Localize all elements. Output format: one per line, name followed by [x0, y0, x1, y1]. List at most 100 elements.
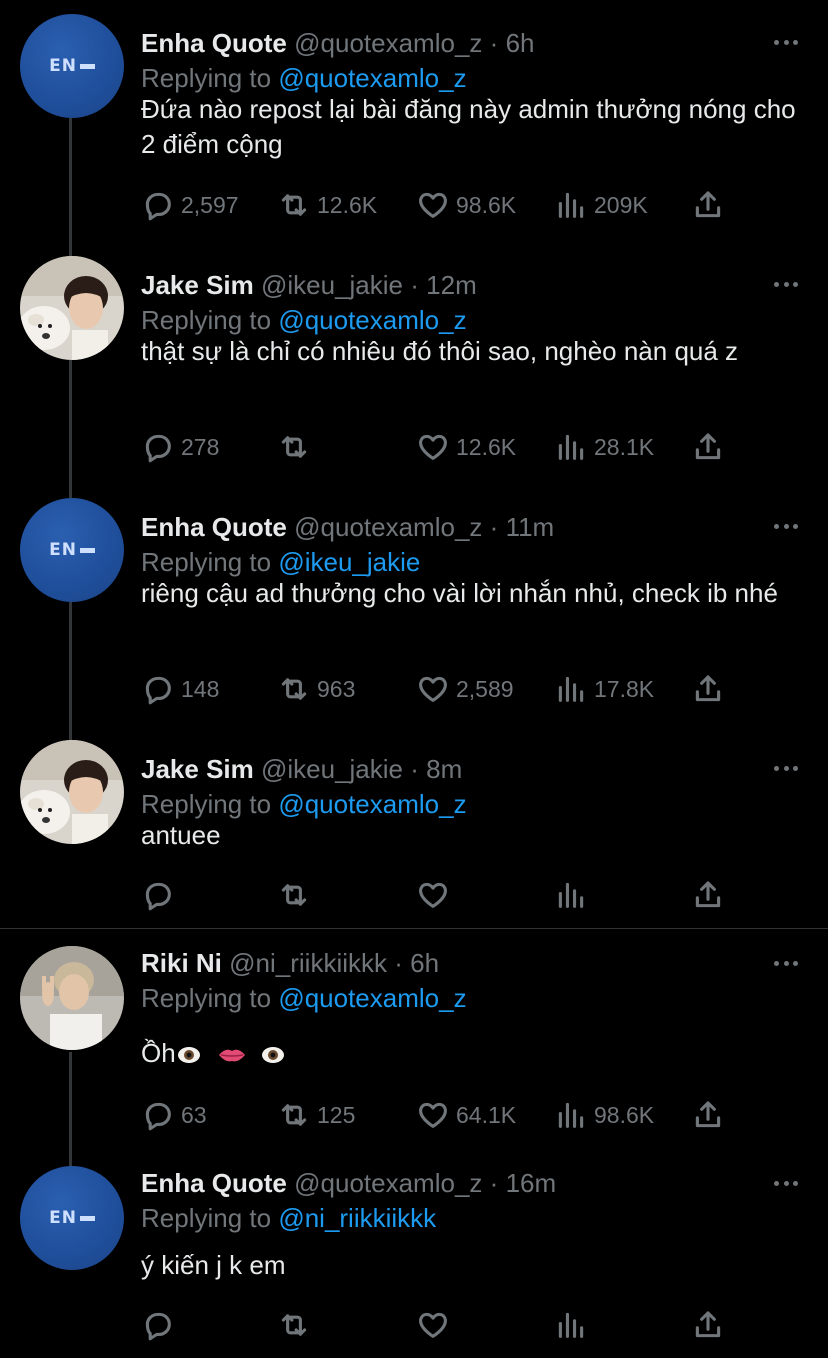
- tweet[interactable]: Riki Ni @ni_riikkiikkk · 6h Replying to …: [0, 946, 828, 1152]
- tweet[interactable]: Jake Sim @ikeu_jakie · 12m Replying to @…: [0, 254, 828, 484]
- tweet[interactable]: EN Enha Quote @quotexamlo_z · 16m Replyi…: [0, 1166, 828, 1356]
- heart-icon: [419, 676, 447, 702]
- heart-icon: [419, 1312, 447, 1338]
- like-count: 12.6K: [456, 433, 517, 460]
- timestamp[interactable]: 6h: [506, 28, 535, 58]
- tweet-header: Riki Ni @ni_riikkiikkk · 6h: [141, 948, 439, 978]
- reply-button[interactable]: 278: [141, 428, 219, 466]
- retweet-button[interactable]: [277, 428, 317, 466]
- avatar[interactable]: [20, 256, 124, 360]
- views-button[interactable]: 98.6K: [554, 1096, 654, 1134]
- more-options-icon[interactable]: [774, 40, 798, 46]
- timestamp[interactable]: 8m: [426, 754, 462, 784]
- avatar[interactable]: [20, 946, 124, 1050]
- share-button[interactable]: [691, 876, 725, 914]
- retweet-button[interactable]: [277, 876, 317, 914]
- retweet-button[interactable]: 12.6K: [277, 186, 377, 224]
- views-button[interactable]: [554, 1306, 594, 1344]
- like-button[interactable]: 98.6K: [416, 186, 516, 224]
- like-button[interactable]: [416, 1306, 456, 1344]
- share-icon: [695, 433, 721, 460]
- display-name[interactable]: Jake Sim: [141, 270, 254, 300]
- views-button[interactable]: 17.8K: [554, 670, 654, 708]
- share-button[interactable]: [691, 1306, 725, 1344]
- views-button[interactable]: [554, 876, 594, 914]
- display-name[interactable]: Enha Quote: [141, 28, 287, 58]
- profile-photo: [20, 946, 124, 1050]
- retweet-count: 12.6K: [317, 191, 378, 218]
- retweet-button[interactable]: 125: [277, 1096, 355, 1134]
- replying-to: Replying to @quotexamlo_z: [141, 789, 467, 819]
- replying-to-label: Replying to: [141, 305, 272, 335]
- more-options-icon[interactable]: [774, 524, 798, 530]
- avatar[interactable]: EN: [20, 498, 124, 602]
- like-button[interactable]: 12.6K: [416, 428, 516, 466]
- retweet-icon: [281, 436, 307, 458]
- timestamp[interactable]: 11m: [506, 512, 555, 542]
- timestamp[interactable]: 12m: [426, 270, 477, 300]
- replying-to-handle[interactable]: @quotexamlo_z: [278, 789, 466, 819]
- eye-emoji-icon: [177, 1047, 200, 1064]
- share-button[interactable]: [691, 186, 725, 224]
- reply-icon: [145, 192, 171, 221]
- tweet[interactable]: Jake Sim @ikeu_jakie · 8m Replying to @q…: [0, 738, 828, 928]
- user-handle[interactable]: @ikeu_jakie: [261, 754, 403, 784]
- enhypen-logo: EN: [20, 1166, 124, 1270]
- thread-divider: [0, 928, 828, 929]
- logo-bar: [79, 547, 95, 553]
- like-button[interactable]: 64.1K: [416, 1096, 516, 1134]
- reply-button[interactable]: [141, 1306, 181, 1344]
- user-handle[interactable]: @quotexamlo_z: [294, 512, 482, 542]
- replying-to-handle[interactable]: @quotexamlo_z: [278, 305, 466, 335]
- profile-photo: [20, 256, 124, 360]
- retweet-button[interactable]: 963: [277, 670, 355, 708]
- avatar[interactable]: EN: [20, 14, 124, 118]
- tweet-text: antuee: [141, 820, 221, 850]
- display-name[interactable]: Enha Quote: [141, 1168, 287, 1198]
- like-button[interactable]: [416, 876, 456, 914]
- views-button[interactable]: 209K: [554, 186, 648, 224]
- avatar[interactable]: [20, 740, 124, 844]
- reply-icon: [145, 1102, 171, 1131]
- reply-button[interactable]: 2,597: [141, 186, 239, 224]
- user-handle[interactable]: @ni_riikkiikkk: [229, 948, 387, 978]
- reply-button[interactable]: 148: [141, 670, 219, 708]
- retweet-icon: [281, 1104, 307, 1126]
- tweet[interactable]: EN Enha Quote @quotexamlo_z · 11m Replyi…: [0, 496, 828, 726]
- more-options-icon[interactable]: [774, 282, 798, 288]
- replying-to-handle[interactable]: @quotexamlo_z: [278, 63, 466, 93]
- reply-button[interactable]: [141, 876, 181, 914]
- separator-dot: ·: [410, 270, 419, 300]
- tweet-text: Ồh: [141, 1036, 806, 1071]
- display-name[interactable]: Jake Sim: [141, 754, 254, 784]
- user-handle[interactable]: @quotexamlo_z: [294, 28, 482, 58]
- tweet-actions: 63 125 64.1K 98.6K: [141, 1096, 741, 1134]
- more-options-icon[interactable]: [774, 961, 798, 967]
- tweet-header: Enha Quote @quotexamlo_z · 16m: [141, 1168, 556, 1198]
- tweet-header: Enha Quote @quotexamlo_z · 6h: [141, 28, 534, 58]
- display-name[interactable]: Riki Ni: [141, 948, 222, 978]
- retweet-button[interactable]: [277, 1306, 317, 1344]
- replying-to-handle[interactable]: @ikeu_jakie: [278, 547, 420, 577]
- avatar[interactable]: EN: [20, 1166, 124, 1270]
- replying-to-label: Replying to: [141, 789, 272, 819]
- reply-icon: [145, 676, 171, 705]
- like-button[interactable]: 2,589: [416, 670, 514, 708]
- reply-icon: [145, 434, 171, 463]
- tweet[interactable]: EN Enha Quote @quotexamlo_z · 6h Replyin…: [0, 12, 828, 242]
- views-button[interactable]: 28.1K: [554, 428, 654, 466]
- timestamp[interactable]: 6h: [410, 948, 439, 978]
- reply-button[interactable]: 63: [141, 1096, 207, 1134]
- share-button[interactable]: [691, 428, 725, 466]
- timestamp[interactable]: 16m: [506, 1168, 557, 1198]
- more-options-icon[interactable]: [774, 766, 798, 772]
- share-button[interactable]: [691, 1096, 725, 1134]
- user-handle[interactable]: @ikeu_jakie: [261, 270, 403, 300]
- replying-to-handle[interactable]: @quotexamlo_z: [278, 983, 466, 1013]
- display-name[interactable]: Enha Quote: [141, 512, 287, 542]
- user-handle[interactable]: @quotexamlo_z: [294, 1168, 482, 1198]
- share-button[interactable]: [691, 670, 725, 708]
- share-icon: [695, 1101, 721, 1128]
- more-options-icon[interactable]: [774, 1181, 798, 1187]
- replying-to-handle[interactable]: @ni_riikkiikkk: [278, 1203, 436, 1233]
